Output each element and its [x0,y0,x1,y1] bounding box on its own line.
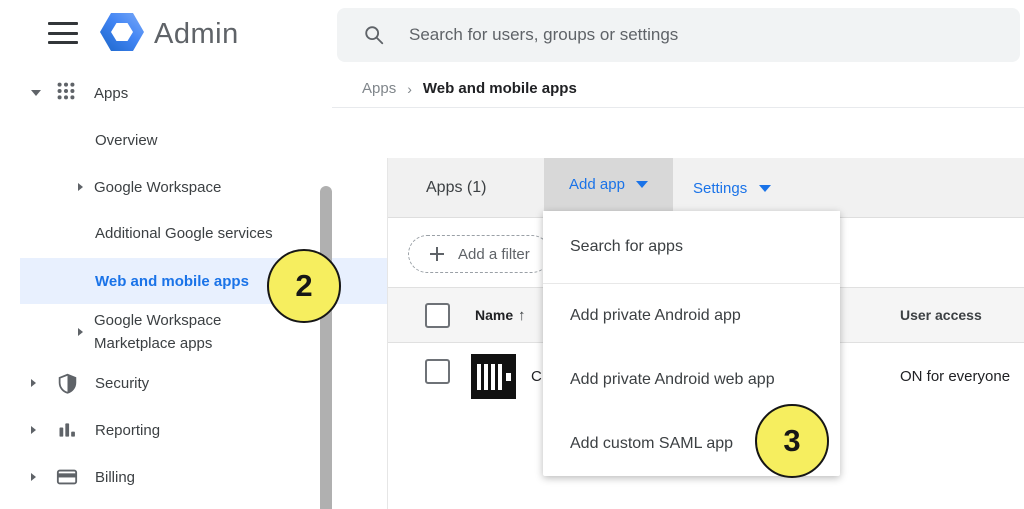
header-divider [332,107,1024,108]
annotation-step-2-badge: 2 [267,249,341,323]
admin-hexagon-icon [100,12,144,57]
breadcrumb: Apps › Web and mobile apps [362,80,577,97]
bar-chart-icon [56,420,78,440]
app-name-cell[interactable]: C [531,343,542,409]
sidebar-item-label: Billing [95,469,135,486]
row-checkbox[interactable] [425,359,450,384]
sidebar-item-label: Additional Google services [95,225,273,242]
admin-logo[interactable]: Admin [100,12,239,57]
global-search[interactable] [337,8,1020,62]
add-filter-label: Add a filter [458,246,530,263]
chevron-right-icon[interactable] [31,426,36,434]
menu-item-add-private-android-web-app[interactable]: Add private Android web app [543,348,840,412]
sidebar-item-overview[interactable]: Overview [0,117,427,163]
annotation-step-3-badge: 3 [755,404,829,478]
sidebar-item-apps[interactable]: Apps [0,70,332,116]
sidebar-item-security[interactable]: Security [0,360,332,406]
app-logo-icon [471,354,516,399]
menu-hamburger-icon[interactable] [48,22,78,44]
plus-icon [429,246,445,262]
menu-item-add-private-android-app[interactable]: Add private Android app [543,284,840,348]
menu-item-search-for-apps[interactable]: Search for apps [543,211,840,283]
sidebar-item-label: Web and mobile apps [95,273,249,290]
search-icon [363,24,385,46]
sidebar-item-additional-google-services[interactable]: Additional Google services [0,210,427,256]
sidebar-item-marketplace-apps[interactable]: Google Workspace Marketplace apps [0,304,410,360]
sidebar-item-label: Google Workspace Marketplace apps [94,309,246,356]
apps-toolbar: Apps (1) Add app Settings [388,158,1024,218]
user-access-column-header: User access [900,288,982,342]
sidebar-item-reporting[interactable]: Reporting [0,407,332,453]
sidebar-item-google-workspace[interactable]: Google Workspace [0,164,410,210]
add-app-label: Add app [569,176,625,193]
chevron-right-icon[interactable] [31,379,36,387]
chevron-down-icon [759,185,771,192]
chevron-right-icon[interactable] [78,183,83,191]
search-input[interactable] [407,24,971,46]
settings-button[interactable]: Settings [683,158,781,218]
sidebar-item-label: Google Workspace [94,179,221,196]
add-app-button[interactable]: Add app [544,158,673,211]
settings-label: Settings [693,180,747,197]
breadcrumb-current: Web and mobile apps [423,80,577,97]
brand-title: Admin [154,18,239,51]
sidebar-item-label: Apps [94,85,128,102]
add-filter-button[interactable]: Add a filter [408,235,551,273]
chevron-down-icon [636,181,648,188]
user-access-cell: ON for everyone [900,343,1010,409]
sidebar-item-label: Overview [95,132,158,149]
select-all-checkbox[interactable] [425,303,450,328]
shield-icon [56,373,78,394]
chevron-right-icon[interactable] [78,328,83,336]
google-admin-console: Admin Apps › Web and mobile apps Apps Ov… [0,0,1024,509]
sidebar-scrollbar[interactable] [320,186,332,509]
apps-count-title: Apps (1) [426,158,486,218]
sort-ascending-icon[interactable]: ↑ [518,288,526,342]
chevron-right-icon[interactable] [31,473,36,481]
apps-grid-icon [55,80,77,106]
breadcrumb-apps-link[interactable]: Apps [362,80,396,97]
sidebar-item-label: Security [95,375,149,392]
credit-card-icon [56,466,78,488]
sidebar-item-label: Reporting [95,422,160,439]
chevron-down-icon[interactable] [31,90,41,96]
sidebar-item-billing[interactable]: Billing [0,454,332,500]
name-column-header[interactable]: Name [475,288,513,342]
breadcrumb-separator: › [407,81,412,97]
